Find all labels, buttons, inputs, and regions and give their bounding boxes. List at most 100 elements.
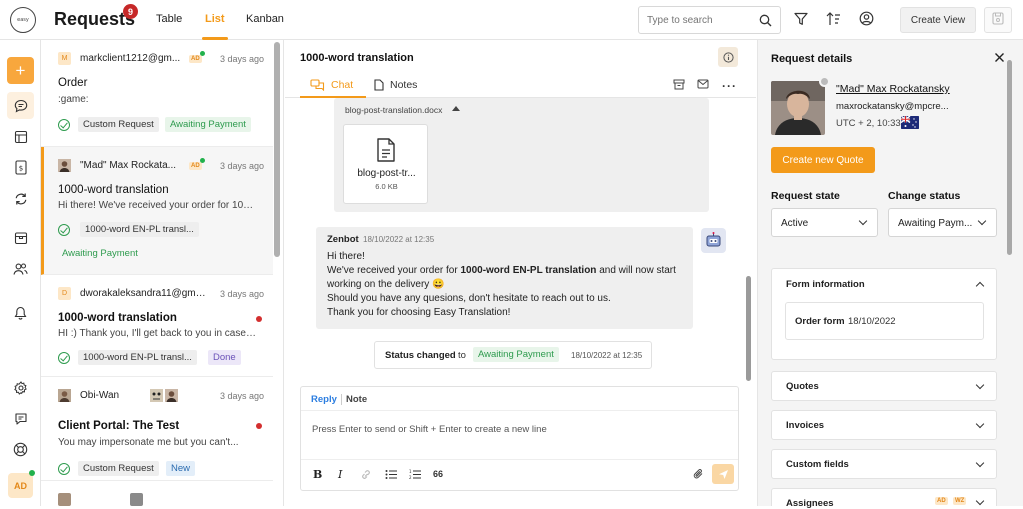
tab-chat[interactable]: Chat <box>310 79 353 91</box>
italic-icon[interactable]: I <box>338 468 342 481</box>
tab-table[interactable]: Table <box>156 13 182 25</box>
sidebar-item-settings[interactable] <box>7 374 34 401</box>
list-scrollbar[interactable] <box>274 42 280 257</box>
reply-tab[interactable]: Reply <box>311 394 337 405</box>
tab-kanban[interactable]: Kanban <box>246 13 284 25</box>
save-icon <box>992 12 1004 28</box>
list-item[interactable] <box>41 481 273 506</box>
status-badge: Awaiting Payment <box>165 117 251 132</box>
numbered-list-icon[interactable]: 12 <box>409 469 421 483</box>
bullet-list-icon[interactable] <box>385 469 397 483</box>
chevron-up-icon[interactable] <box>975 281 985 291</box>
bold-icon[interactable]: B <box>313 468 322 481</box>
sidebar-item-products[interactable] <box>7 224 34 251</box>
search-icon[interactable] <box>759 14 772 30</box>
assignees-section[interactable]: Assignees AD WZ <box>771 488 997 509</box>
request-preview: :game: <box>58 94 89 105</box>
create-view-button[interactable]: Create View <box>900 7 976 33</box>
avatar: M <box>58 52 71 65</box>
send-button[interactable] <box>712 464 734 484</box>
tab-list[interactable]: List <box>202 13 228 40</box>
create-quote-button[interactable]: Create new Quote <box>771 147 875 173</box>
sidebar-item-help[interactable] <box>7 436 34 463</box>
tab-notes[interactable]: Notes <box>374 79 417 91</box>
chat-message: Zenbot 18/10/2022 at 12:35 Hi there! We'… <box>316 227 693 329</box>
file-size: 6.0 KB <box>375 182 398 191</box>
client-timezone: UTC + 2, 10:33 <box>836 118 901 129</box>
chat-bubbles-icon <box>310 79 325 91</box>
request-preview: You may impersonate me but you can't... <box>58 437 239 448</box>
users-icon <box>13 262 28 275</box>
sort-icon[interactable] <box>826 12 841 26</box>
sidebar-item-recurring[interactable] <box>7 185 34 212</box>
note-tab[interactable]: Note <box>346 394 367 405</box>
request-sender: markclient1212@gm... <box>80 53 181 64</box>
request-title: Order <box>58 77 88 89</box>
divider <box>301 410 738 411</box>
list-item[interactable]: M markclient1212@gm... AD 3 days ago Ord… <box>41 40 273 147</box>
svg-text:1: 1 <box>409 469 412 474</box>
close-icon[interactable] <box>994 52 1005 63</box>
link-icon[interactable] <box>360 469 372 483</box>
collapse-caret-icon[interactable] <box>452 106 460 111</box>
check-circle-icon <box>58 224 70 236</box>
assignee-tag: AD <box>189 50 205 63</box>
app-logo[interactable]: easy <box>10 7 36 33</box>
info-button[interactable] <box>718 47 738 67</box>
file-card[interactable]: blog-post-tr... 6.0 KB <box>343 124 428 204</box>
quotes-section[interactable]: Quotes <box>771 371 997 401</box>
user-filter-icon[interactable] <box>859 11 874 26</box>
file-icon <box>377 138 395 162</box>
offline-status-dot <box>819 76 830 87</box>
archive-icon[interactable] <box>673 79 685 90</box>
avatar <box>58 159 71 172</box>
custom-fields-section[interactable]: Custom fields <box>771 449 997 479</box>
details-scrollbar[interactable] <box>1007 60 1012 255</box>
list-item[interactable]: "Mad" Max Rockata... AD 3 days ago 1000-… <box>41 147 273 275</box>
user-avatar[interactable]: AD <box>8 473 33 498</box>
section-title: Custom fields <box>786 459 849 470</box>
message-author: Zenbot <box>327 234 359 245</box>
details-title: Request details <box>771 53 853 65</box>
email-icon[interactable] <box>697 79 709 89</box>
chevron-down-icon <box>975 419 985 429</box>
filter-icon[interactable] <box>794 12 808 26</box>
sidebar-item-services[interactable] <box>7 123 34 150</box>
notification-badge: 9 <box>123 4 138 19</box>
chat-header <box>285 40 756 98</box>
save-view-button[interactable] <box>984 7 1012 33</box>
check-circle-icon <box>58 352 70 364</box>
sidebar-item-invoices[interactable]: $ <box>7 154 34 181</box>
sidebar-item-feedback[interactable] <box>7 405 34 432</box>
sidebar-item-clients[interactable] <box>7 255 34 282</box>
more-options-icon[interactable]: ··· <box>722 79 737 93</box>
chat-scrollbar[interactable] <box>746 276 751 381</box>
request-type-tag: Custom Request <box>78 117 159 132</box>
invoices-section[interactable]: Invoices <box>771 410 997 440</box>
request-title: 1000-word translation <box>58 184 169 196</box>
request-list: M markclient1212@gm... AD 3 days ago Ord… <box>41 40 284 506</box>
quote-icon[interactable]: 66 <box>433 469 443 479</box>
list-item[interactable]: D dworakaleksandra11@gmail... 3 days ago… <box>41 275 273 377</box>
change-status-select[interactable]: Awaiting Paym... <box>888 208 997 237</box>
request-time: 3 days ago <box>219 390 264 401</box>
layout-icon <box>14 130 27 143</box>
robot-icon <box>706 232 721 247</box>
request-state-value: Active <box>781 218 809 229</box>
feedback-icon <box>14 412 27 425</box>
reply-input[interactable]: Press Enter to send or Shift + Enter to … <box>312 424 547 435</box>
avatar: D <box>58 287 71 300</box>
sidebar-item-notifications[interactable] <box>7 299 34 326</box>
client-name[interactable]: "Mad" Max Rockatansky <box>836 83 950 95</box>
form-information-title[interactable]: Form information <box>786 279 865 290</box>
message-line: working on the delivery 😀 <box>327 279 445 290</box>
search-input[interactable] <box>639 7 754 33</box>
status-badge: Awaiting Payment <box>62 248 138 259</box>
list-item[interactable]: Obi-Wan 3 days ago Client Portal: The Te… <box>41 377 273 481</box>
request-state-select[interactable]: Active <box>771 208 878 237</box>
order-form-entry[interactable]: Order form 18/10/2022 <box>785 302 984 340</box>
sidebar-item-requests[interactable] <box>7 92 34 119</box>
add-request-button[interactable]: + <box>7 57 34 84</box>
invoice-icon: $ <box>14 160 27 175</box>
attach-icon[interactable] <box>693 468 704 483</box>
